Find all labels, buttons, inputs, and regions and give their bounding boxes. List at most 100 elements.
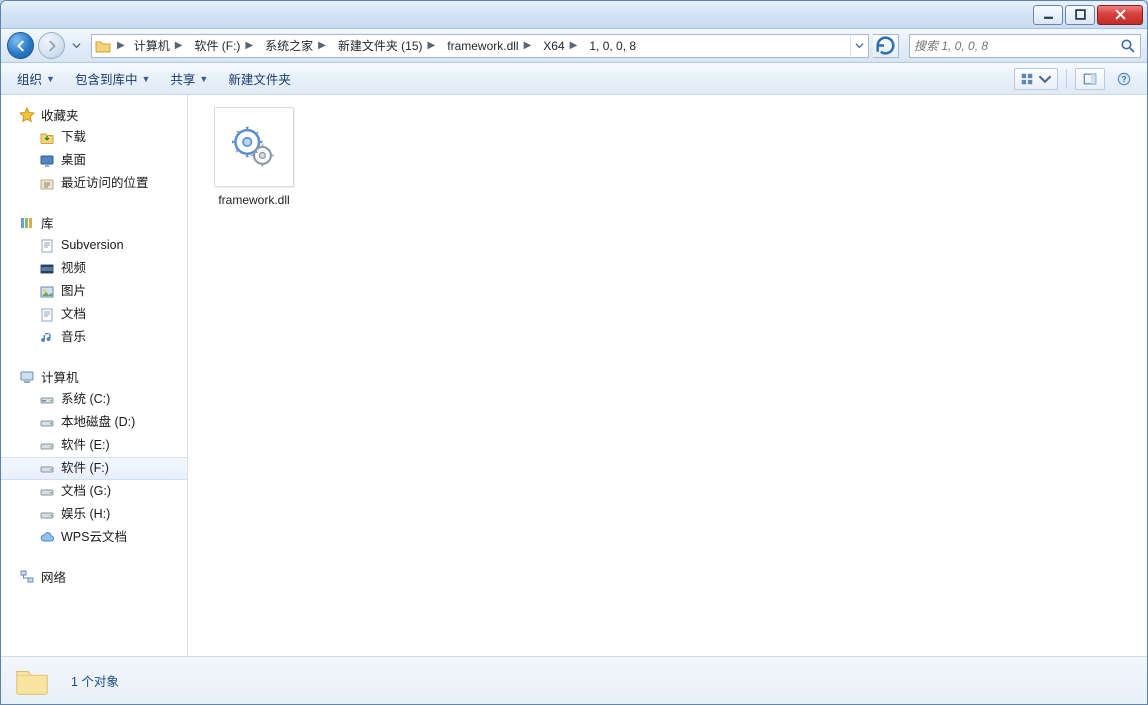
- back-button[interactable]: [7, 32, 34, 59]
- chevron-right-icon[interactable]: ▶: [425, 40, 439, 51]
- breadcrumb-segment[interactable]: 计算机▶: [128, 35, 189, 57]
- sidebar-item-label: 软件 (F:): [61, 460, 109, 477]
- sidebar-item-label: 系统 (C:): [61, 391, 110, 408]
- close-button[interactable]: [1097, 5, 1143, 25]
- content-area[interactable]: framework.dll: [188, 95, 1147, 656]
- sidebar-item-label: 下载: [61, 129, 86, 146]
- sidebar-header-libraries[interactable]: 库: [1, 211, 187, 234]
- sidebar-item-downloads[interactable]: 下载: [1, 126, 187, 149]
- folder-icon: [13, 662, 51, 700]
- help-button[interactable]: ?: [1109, 68, 1139, 90]
- chevron-right-icon[interactable]: ▶: [315, 40, 329, 51]
- sidebar-item-subversion[interactable]: Subversion: [1, 234, 187, 257]
- share-button[interactable]: 共享▼: [162, 66, 216, 91]
- breadcrumb-segment[interactable]: 新建文件夹 (15)▶: [332, 35, 441, 57]
- address-bar[interactable]: ▶ 计算机▶ 软件 (F:)▶ 系统之家▶ 新建文件夹 (15)▶ framew…: [91, 34, 869, 58]
- star-icon: [19, 107, 35, 123]
- change-view-button[interactable]: [1014, 68, 1058, 90]
- sidebar-item-label: Subversion: [61, 237, 124, 254]
- sidebar-item-videos[interactable]: 视频: [1, 257, 187, 280]
- sidebar-item-drive-f[interactable]: 软件 (F:): [1, 457, 187, 480]
- status-text: 1 个对象: [71, 671, 119, 690]
- search-icon[interactable]: [1120, 38, 1136, 54]
- chevron-down-icon: ▼: [141, 74, 150, 84]
- sidebar-item-label: 最近访问的位置: [61, 175, 149, 192]
- sidebar-item-drive-g[interactable]: 文档 (G:): [1, 480, 187, 503]
- separator: [1066, 69, 1067, 89]
- recent-icon: [39, 176, 55, 192]
- chevron-right-icon[interactable]: ▶: [242, 40, 256, 51]
- network-icon: [19, 569, 35, 585]
- toolbar: 组织▼ 包含到库中▼ 共享▼ 新建文件夹 ?: [1, 63, 1147, 95]
- folder-icon: [92, 38, 114, 54]
- sidebar-item-pictures[interactable]: 图片: [1, 280, 187, 303]
- sidebar-item-label: 桌面: [61, 152, 86, 169]
- sidebar: 收藏夹 下载 桌面 最近访问的位置 库: [1, 95, 188, 656]
- minimize-button[interactable]: [1033, 5, 1063, 25]
- address-history-dropdown[interactable]: [850, 35, 868, 57]
- drive-system-icon: [39, 392, 55, 408]
- svg-text:?: ?: [1122, 75, 1127, 84]
- doc-icon: [39, 307, 55, 323]
- chevron-right-icon[interactable]: ▶: [521, 40, 535, 51]
- library-icon: [19, 215, 35, 231]
- file-item[interactable]: framework.dll: [206, 107, 302, 207]
- computer-icon: [19, 369, 35, 385]
- breadcrumb-segment[interactable]: 1, 0, 0, 8: [583, 35, 639, 57]
- search-box[interactable]: [909, 34, 1141, 58]
- doc-icon: [39, 238, 55, 254]
- drive-icon: [39, 415, 55, 431]
- file-name: framework.dll: [206, 193, 302, 207]
- sidebar-header-favorites[interactable]: 收藏夹: [1, 103, 187, 126]
- sidebar-item-recent[interactable]: 最近访问的位置: [1, 172, 187, 195]
- search-input[interactable]: [914, 39, 1120, 53]
- sidebar-item-drive-c[interactable]: 系统 (C:): [1, 388, 187, 411]
- titlebar: [1, 1, 1147, 29]
- download-icon: [39, 130, 55, 146]
- sidebar-item-label: 音乐: [61, 329, 86, 346]
- breadcrumb-segment[interactable]: 软件 (F:)▶: [188, 35, 259, 57]
- sidebar-item-music[interactable]: 音乐: [1, 326, 187, 349]
- chevron-right-icon[interactable]: ▶: [567, 40, 581, 51]
- sidebar-header-network[interactable]: 网络: [1, 565, 187, 588]
- include-in-library-button[interactable]: 包含到库中▼: [67, 66, 158, 91]
- sidebar-item-label: WPS云文档: [61, 529, 127, 546]
- chevron-down-icon: ▼: [46, 74, 55, 84]
- cloud-icon: [39, 530, 55, 546]
- drive-icon: [39, 461, 55, 477]
- sidebar-item-label: 视频: [61, 260, 86, 277]
- video-icon: [39, 261, 55, 277]
- sidebar-item-drive-e[interactable]: 软件 (E:): [1, 434, 187, 457]
- refresh-button[interactable]: [873, 34, 899, 58]
- drive-icon: [39, 438, 55, 454]
- drive-icon: [39, 484, 55, 500]
- sidebar-item-label: 娱乐 (H:): [61, 506, 110, 523]
- history-dropdown[interactable]: [69, 32, 83, 59]
- sidebar-item-drive-h[interactable]: 娱乐 (H:): [1, 503, 187, 526]
- file-thumbnail: [214, 107, 294, 187]
- sidebar-item-label: 图片: [61, 283, 86, 300]
- breadcrumb-segment[interactable]: 系统之家▶: [259, 35, 332, 57]
- organize-button[interactable]: 组织▼: [9, 66, 63, 91]
- maximize-button[interactable]: [1065, 5, 1095, 25]
- sidebar-item-label: 文档: [61, 306, 86, 323]
- sidebar-item-wps-cloud[interactable]: WPS云文档: [1, 526, 187, 549]
- music-icon: [39, 330, 55, 346]
- sidebar-item-desktop[interactable]: 桌面: [1, 149, 187, 172]
- sidebar-item-label: 软件 (E:): [61, 437, 110, 454]
- forward-button[interactable]: [38, 32, 65, 59]
- sidebar-item-label: 本地磁盘 (D:): [61, 414, 135, 431]
- sidebar-item-documents[interactable]: 文档: [1, 303, 187, 326]
- sidebar-item-drive-d[interactable]: 本地磁盘 (D:): [1, 411, 187, 434]
- sidebar-header-computer[interactable]: 计算机: [1, 365, 187, 388]
- breadcrumb-segment[interactable]: X64▶: [537, 35, 583, 57]
- chevron-right-icon[interactable]: ▶: [114, 40, 128, 51]
- drive-icon: [39, 507, 55, 523]
- preview-pane-button[interactable]: [1075, 68, 1105, 90]
- picture-icon: [39, 284, 55, 300]
- breadcrumb-segment[interactable]: framework.dll▶: [441, 35, 537, 57]
- chevron-right-icon[interactable]: ▶: [172, 40, 186, 51]
- navbar: ▶ 计算机▶ 软件 (F:)▶ 系统之家▶ 新建文件夹 (15)▶ framew…: [1, 29, 1147, 63]
- sidebar-item-label: 文档 (G:): [61, 483, 111, 500]
- new-folder-button[interactable]: 新建文件夹: [220, 66, 299, 91]
